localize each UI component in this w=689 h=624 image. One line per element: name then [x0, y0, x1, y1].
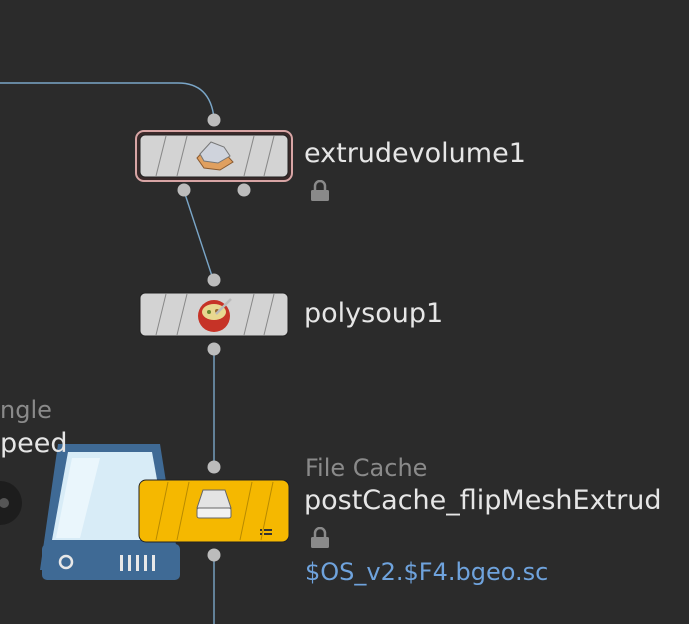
lock-icon[interactable] — [310, 527, 330, 549]
node-name-label[interactable]: polysoup1 — [304, 298, 443, 329]
wire-input-to-extrudevolume1[interactable] — [0, 82, 215, 119]
lock-icon[interactable] — [310, 180, 330, 202]
offscreen-node-name-label: peed — [0, 428, 68, 459]
node-name-label[interactable]: postCache_flipMeshExtrud — [304, 485, 662, 516]
file-path-label: $OS_v2.$F4.bgeo.sc — [305, 558, 549, 586]
offscreen-node-type-label: ngle — [0, 396, 52, 424]
input-connector[interactable] — [207, 113, 221, 127]
output-connector[interactable] — [207, 548, 221, 562]
input-connector[interactable] — [207, 460, 221, 474]
output-connector-1[interactable] — [177, 183, 191, 197]
file-cache-disk-icon — [196, 489, 232, 519]
output-connector-2[interactable] — [237, 183, 251, 197]
node-name-label[interactable]: extrudevolume1 — [304, 138, 526, 169]
output-connector[interactable] — [207, 342, 221, 356]
input-connector[interactable] — [207, 273, 221, 287]
wire-extrudevolume1-to-polysoup1[interactable] — [183, 190, 214, 280]
node-polysoup1[interactable] — [139, 273, 289, 356]
node-type-label: File Cache — [305, 454, 428, 482]
node-extrudevolume1[interactable] — [135, 113, 293, 197]
